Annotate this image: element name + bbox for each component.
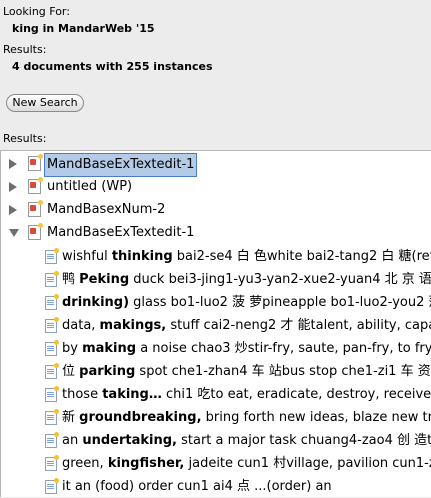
hit-context-before: by <box>62 341 83 356</box>
hit-match: taking… <box>102 387 162 402</box>
hit-context-after: stuff cai2-neng2 才 能talent, ability, cap… <box>166 318 431 333</box>
hit-context: those taking… chi1 吃to eat, eradicate, d… <box>62 384 431 406</box>
hit-icon <box>45 386 59 402</box>
hit-match: groundbreaking, <box>79 410 202 425</box>
hit-icon <box>45 340 59 356</box>
hit-icon <box>45 294 59 310</box>
search-query: king in MandarWeb '15 <box>12 22 155 35</box>
hit-context-after: glass bo1-luo2 菠 萝pineapple bo1-luo2-you… <box>129 295 431 310</box>
document-name: untitled (WP) <box>47 179 133 194</box>
hit-row[interactable]: 新 groundbreaking, bring forth new ideas,… <box>1 407 431 429</box>
hit-context-after: jadeite cun1 村village, pavilion cun1-z <box>184 456 431 471</box>
hit-icon <box>45 455 59 471</box>
document-row[interactable]: MandBaseExTextedit-1 <box>1 222 431 244</box>
hit-match: making <box>82 341 137 356</box>
document-row[interactable]: untitled (WP) <box>1 176 431 198</box>
hit-context-after: duck bei3-jing1-yu3-yan2-xue2-yuan4 北 京 … <box>129 272 431 287</box>
hit-row[interactable]: wishful thinking bai2-se4 白 色white bai2-… <box>1 246 431 268</box>
hit-row[interactable]: an undertaking, start a major task chuan… <box>1 430 431 452</box>
hit-icon <box>45 432 59 448</box>
hit-context-after: a noise chao3 炒stir-fry, saute, pan-fry,… <box>136 341 431 356</box>
disclosure-collapsed-icon[interactable] <box>9 182 17 192</box>
document-icon <box>28 177 43 194</box>
hit-context: it an (food) order cun1 ai4 点 ...(order)… <box>62 476 332 497</box>
hit-context: green, kingfisher, jadeite cun1 村village… <box>62 453 431 475</box>
hit-match: thinking <box>111 249 173 264</box>
hit-row[interactable]: 鸭 Peking duck bei3-jing1-yu3-yan2-xue2-y… <box>1 269 431 291</box>
hit-row[interactable]: by making a noise chao3 炒stir-fry, saute… <box>1 338 431 360</box>
hit-row[interactable]: 位 parking spot che1-zhan4 车 站bus stop ch… <box>1 361 431 383</box>
document-icon <box>28 223 43 240</box>
hit-icon <box>45 409 59 425</box>
document-icon <box>28 200 43 217</box>
hit-icon <box>45 317 59 333</box>
hit-match: Peking <box>79 272 130 287</box>
document-row[interactable]: MandBaseExTextedit-1 <box>1 153 431 177</box>
hit-match: makings, <box>99 318 167 333</box>
document-name: MandBaseExTextedit-1 <box>47 225 195 240</box>
document-icon <box>28 154 43 171</box>
hit-row[interactable]: green, kingfisher, jadeite cun1 村village… <box>1 453 431 475</box>
disclosure-expanded-icon[interactable] <box>9 229 19 237</box>
hit-icon <box>45 478 59 494</box>
hit-context-before: those <box>62 387 103 402</box>
document-row[interactable]: MandBasexNum-2 <box>1 199 431 221</box>
hit-match: parking <box>79 364 136 379</box>
hit-context-after: spot che1-zhan4 车 站bus stop che1-zi1 车 资 <box>135 364 431 379</box>
hit-match: drinking) <box>62 295 130 310</box>
hit-context-before: data, <box>62 318 100 333</box>
disclosure-collapsed-icon[interactable] <box>9 205 17 215</box>
hit-context-after: bai2-se4 白 色white bai2-tang2 白 糖(refined <box>176 249 431 264</box>
new-search-button[interactable]: New Search <box>6 94 84 112</box>
hit-row[interactable]: data, makings, stuff cai2-neng2 才 能talen… <box>1 315 431 337</box>
hit-context-before: 位 <box>62 364 80 379</box>
hit-context-after: start a major task chuang4-zao4 创 造to <box>176 433 431 448</box>
document-name: MandBaseExTextedit-1 <box>44 153 198 177</box>
hit-row[interactable]: it an (food) order cun1 ai4 点 ...(order)… <box>1 476 431 497</box>
hit-row[interactable]: drinking) glass bo1-luo2 菠 萝pineapple bo… <box>1 292 431 314</box>
hit-context: wishful thinking bai2-se4 白 色white bai2-… <box>62 246 431 268</box>
hit-context-before: green, <box>62 456 108 471</box>
hit-context-before: an <box>62 433 83 448</box>
hit-context-before: 新 <box>62 410 80 425</box>
hit-context: by making a noise chao3 炒stir-fry, saute… <box>62 338 431 360</box>
results-label: Results: <box>3 43 47 56</box>
hit-icon <box>45 248 59 264</box>
hit-context-after: it an (food) order cun1 ai4 点 ...(order)… <box>62 479 332 494</box>
hit-match: undertaking, <box>82 433 177 448</box>
hit-context: drinking) glass bo1-luo2 菠 萝pineapple bo… <box>62 292 431 314</box>
hit-icon <box>45 363 59 379</box>
hit-context-after: bring forth new ideas, blaze new trai <box>201 410 431 425</box>
results-summary: 4 documents with 255 instances <box>12 60 213 73</box>
hit-context-before: 鸭 <box>62 272 80 287</box>
hit-row[interactable]: those taking… chi1 吃to eat, eradicate, d… <box>1 384 431 406</box>
results-tree[interactable]: MandBaseExTextedit-1 untitled (WP) MandBas… <box>0 150 431 497</box>
hit-context: 新 groundbreaking, bring forth new ideas,… <box>62 407 431 429</box>
hit-context-after: chi1 吃to eat, eradicate, destroy, receiv… <box>161 387 431 402</box>
document-name: MandBasexNum-2 <box>47 202 166 217</box>
disclosure-collapsed-icon[interactable] <box>9 159 17 169</box>
hit-context-before: wishful <box>62 249 112 264</box>
hit-icon <box>45 271 59 287</box>
results-list-label: Results: <box>3 132 47 145</box>
looking-for-label: Looking For: <box>3 5 70 18</box>
hit-context: 鸭 Peking duck bei3-jing1-yu3-yan2-xue2-y… <box>62 269 431 291</box>
hit-context: 位 parking spot che1-zhan4 车 站bus stop ch… <box>62 361 431 383</box>
hit-match: kingfisher, <box>107 456 185 471</box>
hit-context: data, makings, stuff cai2-neng2 才 能talen… <box>62 315 431 337</box>
hit-context: an undertaking, start a major task chuan… <box>62 430 431 452</box>
